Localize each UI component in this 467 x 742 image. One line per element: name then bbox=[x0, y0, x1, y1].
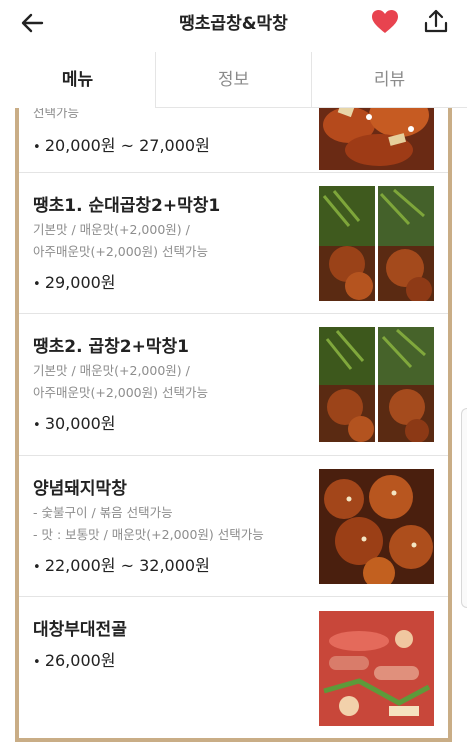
menu-item[interactable]: 땡초1. 순대곱창2+막창1 기본맛 / 매운맛(+2,000원) / 아주매운… bbox=[19, 173, 448, 314]
tab-info[interactable]: 정보 bbox=[155, 52, 311, 108]
menu-item-photo bbox=[319, 611, 434, 726]
menu-item[interactable]: 선택가능 20,000원 ~ 27,000원 bbox=[19, 108, 448, 173]
menu-item[interactable]: 땡초2. 곱창2+막창1 기본맛 / 매운맛(+2,000원) / 아주매운맛(… bbox=[19, 314, 448, 456]
menu-item-desc: 아주매운맛(+2,000원) 선택가능 bbox=[33, 244, 208, 259]
top-bar: 땡초곱창&막창 bbox=[0, 0, 467, 46]
favorite-button[interactable] bbox=[371, 9, 399, 35]
menu-item-name: 대창부대전골 bbox=[33, 620, 127, 640]
menu-item-photo bbox=[319, 327, 434, 442]
menu-item-price: 30,000원 bbox=[33, 410, 116, 434]
menu-item[interactable]: 대창부대전골 26,000원 bbox=[19, 597, 448, 738]
share-icon bbox=[424, 9, 448, 33]
menu-item-name: 땡초1. 순대곱창2+막창1 bbox=[33, 196, 221, 216]
menu-list-frame: 선택가능 20,000원 ~ 27,000원 땡초1. 순대곱창2+막창1 기본… bbox=[15, 108, 452, 742]
tab-bar: 메뉴 정보 리뷰 bbox=[0, 52, 467, 108]
menu-item-desc: - 숯불구이 / 볶음 선택가능 bbox=[33, 505, 173, 520]
menu-item-desc: 기본맛 / 매운맛(+2,000원) / bbox=[33, 222, 190, 237]
share-button[interactable] bbox=[422, 7, 450, 35]
menu-item-desc: 아주매운맛(+2,000원) 선택가능 bbox=[33, 385, 208, 400]
scroll-handle[interactable] bbox=[461, 408, 467, 608]
menu-item-photo bbox=[319, 108, 434, 170]
menu-item[interactable]: 양념돼지막창 - 숯불구이 / 볶음 선택가능 - 맛 : 보통맛 / 매운맛(… bbox=[19, 456, 448, 597]
menu-item-desc: 기본맛 / 매운맛(+2,000원) / bbox=[33, 363, 190, 378]
menu-item-desc: 선택가능 bbox=[33, 108, 80, 120]
heart-icon bbox=[372, 10, 398, 33]
menu-item-desc: - 맛 : 보통맛 / 매운맛(+2,000원) 선택가능 bbox=[33, 527, 264, 542]
menu-item-price: 29,000원 bbox=[33, 269, 116, 293]
menu-item-price: 26,000원 bbox=[33, 647, 116, 671]
menu-item-price: 22,000원 ~ 32,000원 bbox=[33, 552, 210, 576]
menu-item-photo bbox=[319, 186, 434, 301]
tab-menu[interactable]: 메뉴 bbox=[0, 52, 155, 108]
tab-reviews[interactable]: 리뷰 bbox=[311, 52, 467, 108]
menu-item-name: 양념돼지막창 bbox=[33, 479, 127, 499]
menu-item-name: 땡초2. 곱창2+막창1 bbox=[33, 337, 189, 357]
menu-item-photo bbox=[319, 469, 434, 584]
menu-item-price: 20,000원 ~ 27,000원 bbox=[33, 132, 210, 156]
